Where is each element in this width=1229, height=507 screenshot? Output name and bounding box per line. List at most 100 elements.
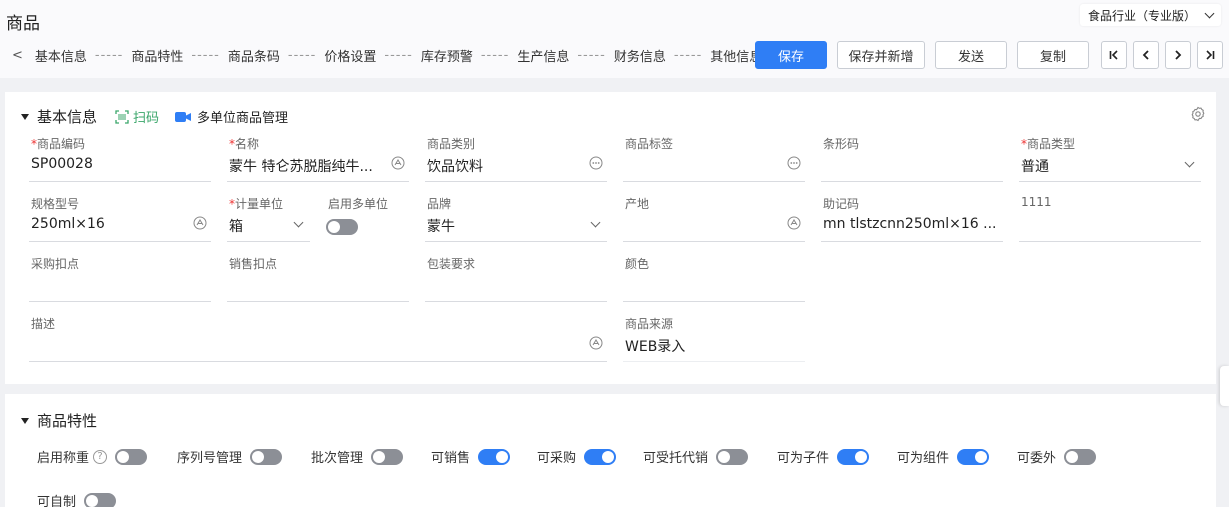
product-category-field[interactable]: 商品类别 饮品饮料	[425, 130, 607, 182]
mnemonic-field[interactable]: 助记码 mn tlstzcnn250ml×16 ...	[821, 190, 1003, 242]
save-button[interactable]: 保存	[755, 41, 827, 69]
batch-toggle[interactable]	[371, 448, 404, 465]
last-record-button[interactable]	[1197, 41, 1223, 69]
nav-separator: -----	[673, 48, 703, 63]
outsource-toggle[interactable]	[1064, 448, 1097, 465]
features-card: 商品特性 启用称重 ? 序列号管理 批次管理 可销售 可采购 可受托代销 可为子…	[5, 394, 1216, 507]
chevron-down-icon	[1204, 8, 1215, 18]
settings-gear-icon[interactable]	[1190, 106, 1206, 122]
nav-prev-arrow[interactable]: <	[12, 48, 23, 63]
purchase-discount-label: 采购扣点	[31, 257, 80, 271]
brand-value: 蒙牛	[427, 219, 455, 235]
more-icon[interactable]	[787, 156, 801, 170]
product-type-select[interactable]: *商品类型 普通	[1019, 130, 1201, 182]
nav-item-finance[interactable]: 财务信息	[614, 46, 666, 65]
packing-label: 包装要求	[427, 257, 476, 271]
product-tag-field[interactable]: 商品标签	[623, 130, 805, 182]
multi-unit-toggle[interactable]	[326, 219, 358, 235]
feature-subpart: 可为子件	[777, 447, 870, 466]
feature-purchasable: 可采购	[537, 447, 617, 466]
scan-button[interactable]: 扫码	[115, 107, 159, 126]
component-toggle[interactable]	[957, 448, 990, 465]
multi-unit-label: 启用多单位	[328, 197, 389, 211]
translate-icon[interactable]	[787, 216, 801, 230]
chevron-down-icon	[293, 217, 304, 228]
nav-item-barcodes[interactable]: 商品条码	[228, 46, 280, 65]
custom-1111-field[interactable]: 1111	[1019, 190, 1201, 242]
send-button[interactable]: 发送	[935, 41, 1007, 69]
first-record-button[interactable]	[1101, 41, 1127, 69]
sales-discount-field[interactable]: 销售扣点	[227, 250, 409, 302]
spec-value: 250ml×16	[31, 216, 105, 232]
spec-label: 规格型号	[31, 197, 80, 211]
chevron-down-icon	[590, 217, 601, 228]
color-field[interactable]: 颜色	[623, 250, 805, 302]
multi-unit-field: 启用多单位	[326, 190, 409, 242]
collapse-triangle-icon[interactable]	[21, 113, 29, 120]
barcode-field[interactable]: 条形码	[821, 130, 1003, 182]
help-icon[interactable]: ?	[93, 449, 108, 464]
subpart-toggle[interactable]	[837, 448, 870, 465]
self-made-toggle[interactable]	[84, 492, 117, 507]
nav-item-features[interactable]: 商品特性	[131, 46, 183, 65]
save-and-new-button[interactable]: 保存并新增	[837, 41, 925, 69]
features-header: 商品特性	[21, 410, 97, 431]
feature-component: 可为组件	[897, 447, 990, 466]
purchase-discount-field[interactable]: 采购扣点	[29, 250, 211, 302]
origin-field[interactable]: 产地	[623, 190, 805, 242]
multi-unit-button[interactable]: 多单位商品管理	[175, 107, 288, 126]
origin-label: 产地	[625, 197, 650, 211]
product-type-value: 普通	[1021, 159, 1049, 175]
brand-select[interactable]: 品牌 蒙牛	[425, 190, 607, 242]
nav-item-basic-info[interactable]: 基本信息	[35, 46, 87, 65]
more-icon[interactable]	[589, 156, 603, 170]
section-nav: < 基本信息 ----- 商品特性 ----- 商品条码 ----- 价格设置 …	[12, 46, 777, 65]
side-panel-handle[interactable]	[1220, 366, 1229, 406]
saleable-toggle[interactable]	[478, 448, 511, 465]
copy-button[interactable]: 复制	[1017, 41, 1089, 69]
industry-selector[interactable]: 食品行业（专业版）	[1079, 4, 1221, 26]
feature-label: 批次管理	[311, 451, 364, 466]
chevron-right-icon	[1175, 50, 1182, 60]
color-label: 颜色	[625, 257, 650, 271]
chevron-down-icon	[1184, 157, 1195, 168]
product-code-label: 商品编码	[37, 137, 86, 151]
translate-icon[interactable]	[589, 336, 603, 350]
custom-1111-label: 1111	[1021, 195, 1052, 209]
feature-serial: 序列号管理	[177, 447, 283, 466]
brand-label: 品牌	[427, 197, 452, 211]
unit-label: 计量单位	[235, 197, 284, 211]
consignment-toggle[interactable]	[716, 448, 749, 465]
collapse-triangle-icon[interactable]	[21, 417, 29, 424]
packing-field[interactable]: 包装要求	[425, 250, 607, 302]
feature-label: 可委外	[1017, 451, 1057, 466]
weighing-toggle[interactable]	[115, 448, 148, 465]
spec-field[interactable]: 规格型号 250ml×16	[29, 190, 211, 242]
product-category-label: 商品类别	[427, 137, 476, 151]
scan-icon	[115, 109, 129, 124]
description-field[interactable]: 描述	[29, 310, 607, 362]
scan-label: 扫码	[133, 111, 160, 126]
purchasable-toggle[interactable]	[584, 448, 617, 465]
product-type-label: 商品类型	[1027, 137, 1076, 151]
feature-label: 可自制	[37, 495, 77, 507]
translate-icon[interactable]	[193, 216, 207, 230]
next-record-button[interactable]	[1165, 41, 1191, 69]
product-category-value: 饮品饮料	[427, 159, 483, 175]
chevron-left-icon	[1142, 50, 1149, 60]
nav-item-pricing[interactable]: 价格设置	[324, 46, 376, 65]
feature-weighing: 启用称重 ?	[37, 447, 148, 466]
translate-icon[interactable]	[391, 156, 405, 170]
basic-info-card: 基本信息 扫码 多单位商品管理 *商品编码 SP00028 *名称 蒙牛 特仑苏…	[5, 92, 1216, 384]
product-name-field[interactable]: *名称 蒙牛 特仑苏脱脂纯牛...	[227, 130, 409, 182]
feature-label: 序列号管理	[177, 451, 243, 466]
nav-separator: -----	[480, 48, 510, 63]
serial-toggle[interactable]	[250, 448, 283, 465]
feature-label: 可受托代销	[643, 451, 709, 466]
industry-label: 食品行业（专业版）	[1087, 8, 1196, 23]
product-code-field[interactable]: *商品编码 SP00028	[29, 130, 211, 182]
nav-item-production[interactable]: 生产信息	[517, 46, 569, 65]
prev-record-button[interactable]	[1133, 41, 1159, 69]
unit-select[interactable]: *计量单位 箱	[227, 190, 310, 242]
nav-item-stock-alert[interactable]: 库存预警	[421, 46, 473, 65]
